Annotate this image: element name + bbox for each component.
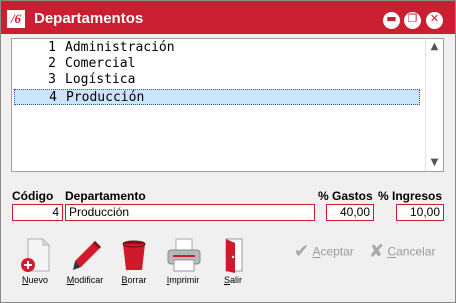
- trash-bin-icon: [122, 240, 146, 270]
- modificar-button[interactable]: Modificar: [60, 237, 110, 289]
- salir-button[interactable]: Salir: [208, 237, 258, 289]
- borrar-button[interactable]: Borrar: [109, 237, 159, 289]
- cancelar-label: Cancelar: [387, 244, 436, 259]
- window-title: Departamentos: [34, 10, 144, 27]
- title-bar[interactable]: /6 Departamentos ▬ ❐ ✕: [1, 1, 455, 34]
- aceptar-label: Aceptar: [312, 244, 354, 259]
- cancelar-button[interactable]: ✘ Cancelar: [369, 241, 435, 262]
- list-item-code: 1: [48, 40, 56, 55]
- cross-icon: ✘: [369, 241, 385, 262]
- list-item-selected[interactable]: 4 Producción: [14, 89, 420, 105]
- nuevo-button[interactable]: Nuevo: [10, 237, 60, 289]
- maximize-button[interactable]: ❐: [404, 12, 421, 29]
- codigo-label: Código: [12, 189, 54, 203]
- departamento-field[interactable]: Producción: [65, 204, 315, 221]
- list-item-code: 2: [48, 56, 56, 71]
- scroll-up-arrow-icon[interactable]: ▲: [426, 39, 443, 55]
- exit-door-icon: [225, 238, 243, 273]
- aceptar-button[interactable]: ✔ Aceptar: [294, 241, 354, 262]
- scroll-down-arrow-icon[interactable]: ▼: [426, 155, 443, 171]
- borrar-label: Borrar: [121, 275, 147, 285]
- close-button[interactable]: ✕: [426, 12, 443, 29]
- ingresos-field[interactable]: 10,00: [396, 204, 444, 221]
- imprimir-label: Imprimir: [166, 275, 200, 285]
- new-document-icon: [21, 238, 50, 272]
- minimize-button[interactable]: ▬: [383, 12, 400, 29]
- codigo-field[interactable]: 4: [12, 204, 63, 221]
- pen-edit-icon: [73, 241, 101, 270]
- list-item[interactable]: 2 Comercial: [14, 56, 420, 72]
- vertical-scrollbar[interactable]: ▲ ▼: [425, 39, 443, 171]
- app-logo-icon: /6: [7, 10, 25, 28]
- gastos-field[interactable]: 40,00: [326, 204, 374, 221]
- list-item[interactable]: 1 Administración: [14, 40, 420, 56]
- list-item-name: Comercial: [65, 56, 136, 71]
- nuevo-label: Nuevo: [21, 275, 49, 285]
- modificar-label: Modificar: [66, 275, 104, 285]
- list-item-code: 3: [48, 72, 56, 87]
- departments-list[interactable]: 1 Administración 2 Comercial 3 Logística…: [11, 38, 444, 172]
- salir-label: Salir: [223, 275, 243, 285]
- check-icon: ✔: [294, 241, 310, 262]
- list-item-name: Producción: [66, 90, 145, 105]
- list-item-name: Administración: [65, 40, 175, 55]
- imprimir-button[interactable]: Imprimir: [158, 237, 208, 289]
- departamento-label: Departamento: [65, 189, 146, 203]
- printer-icon: [167, 238, 201, 272]
- list-item-name: Logística: [65, 72, 136, 87]
- gastos-label: % Gastos: [318, 189, 373, 203]
- ingresos-label: % Ingresos: [378, 189, 443, 203]
- list-item[interactable]: 3 Logística: [14, 72, 420, 88]
- departamentos-window: /6 Departamentos ▬ ❐ ✕ 1 Administración …: [0, 0, 456, 303]
- list-item-code: 4: [49, 90, 57, 105]
